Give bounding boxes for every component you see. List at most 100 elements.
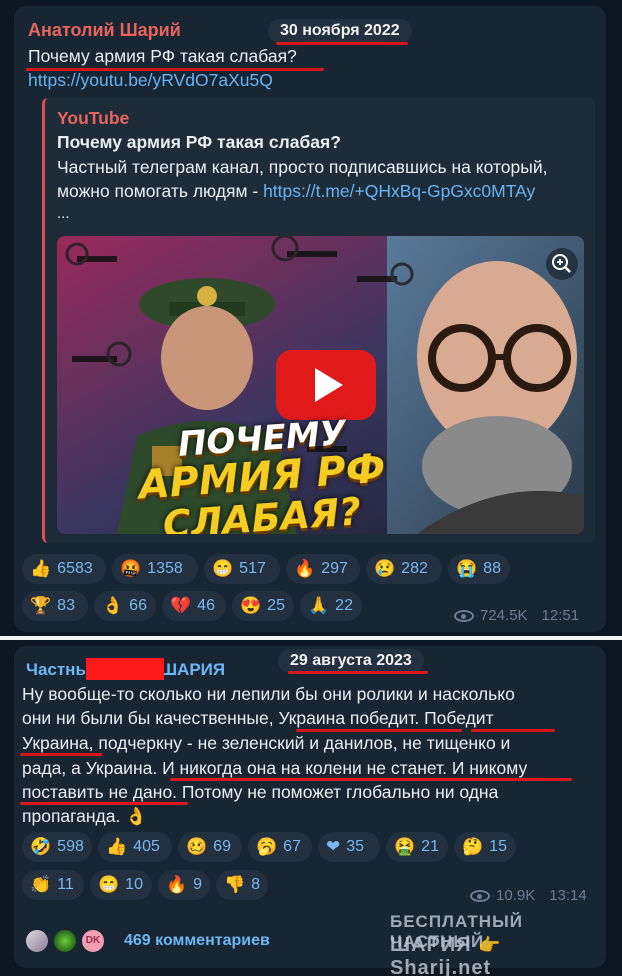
- redaction-block: [86, 658, 164, 680]
- reaction-pill[interactable]: 👌 66: [94, 591, 156, 621]
- reaction-emoji-icon: 🙏: [308, 596, 330, 615]
- reaction-count: 6583: [57, 560, 93, 577]
- post-link[interactable]: https://youtu.be/yRVdO7aXu5Q: [28, 68, 273, 92]
- message-line: Ну вообще-то сколько ни лепили бы они ро…: [22, 684, 515, 704]
- reaction-pill[interactable]: 👏 11: [22, 870, 84, 900]
- reaction-emoji-icon: ❤: [326, 837, 341, 856]
- reaction-pill[interactable]: 👍 6583: [22, 554, 106, 584]
- reaction-emoji-icon: 🤣: [30, 837, 52, 856]
- reaction-pill[interactable]: 🙏 22: [300, 591, 362, 621]
- preview-ellipsis: ...: [57, 205, 70, 222]
- reaction-pill[interactable]: 😭 88: [448, 554, 510, 584]
- message-line: пропаганда. 👌: [22, 806, 148, 826]
- reaction-count: 11: [57, 876, 74, 893]
- reaction-emoji-icon: 👍: [106, 837, 128, 856]
- thumbnail-text: ПОЧЕМУ АРМИЯ РФ СЛАБАЯ?: [117, 413, 407, 534]
- reaction-count: 9: [193, 876, 203, 893]
- avatar: [52, 928, 78, 954]
- message-line: рада, а Украина. И никогда она на колени…: [22, 758, 528, 778]
- comments-link[interactable]: 469 комментариев: [124, 932, 270, 950]
- view-count: 10.9K: [496, 887, 536, 904]
- red-underline: [20, 753, 102, 756]
- reaction-pill[interactable]: 👍 405: [98, 832, 172, 862]
- reaction-count: 598: [57, 838, 84, 855]
- reaction-emoji-icon: 😍: [240, 596, 262, 615]
- pointing-hand-icon: 👉: [478, 935, 502, 955]
- eye-icon: [470, 889, 490, 902]
- reaction-count: 69: [213, 838, 231, 855]
- reaction-emoji-icon: 👌: [102, 596, 124, 615]
- message-line: Украина, подчеркну - не зеленский и дани…: [22, 733, 511, 753]
- reaction-pill[interactable]: 💔 46: [162, 591, 226, 621]
- author-name-part: Частны: [26, 660, 90, 679]
- reaction-count: 21: [421, 838, 439, 855]
- reaction-emoji-icon: 👎: [224, 875, 246, 894]
- reaction-pill[interactable]: 🥱 67: [248, 832, 312, 862]
- reaction-pill[interactable]: 😁 10: [90, 870, 152, 900]
- reaction-emoji-icon: 🏆: [30, 596, 52, 615]
- message-bubble-2: Частны ШАРИЯ 29 августа 2023 Ну вообще-то…: [14, 646, 606, 976]
- post-time: 13:14: [549, 887, 587, 904]
- post-title: Почему армия РФ такая слабая?: [28, 46, 297, 66]
- reaction-pill[interactable]: 🤮 21: [386, 832, 448, 862]
- preview-desc-text: можно помогать людям -: [57, 181, 264, 201]
- reaction-emoji-icon: 🔥: [166, 875, 188, 894]
- reaction-emoji-icon: 😢: [374, 559, 396, 578]
- reaction-count: 405: [133, 838, 160, 855]
- message-line: поставить не дано. Потому не поможет гло…: [22, 782, 499, 802]
- message-bubble-1: Анатолий Шарий 30 ноября 2022 Почему арм…: [14, 6, 606, 632]
- preview-desc-link[interactable]: https://t.me/+QHxBq-GpGxc0MTAy: [263, 181, 535, 201]
- reaction-emoji-icon: 👍: [30, 559, 52, 578]
- preview-description: можно помогать людям - https://t.me/+QHx…: [57, 179, 535, 203]
- reaction-emoji-icon: 🤔: [462, 837, 484, 856]
- reaction-count: 517: [239, 560, 266, 577]
- reaction-pill[interactable]: 🏆 83: [22, 591, 88, 621]
- reaction-pill[interactable]: 😁 517: [204, 554, 280, 584]
- avatar: [24, 928, 50, 954]
- message-line: они ни были бы качественные, Украина поб…: [22, 708, 494, 728]
- reaction-emoji-icon: 🥴: [186, 837, 208, 856]
- author-name[interactable]: Анатолий Шарий: [28, 20, 181, 41]
- link-preview[interactable]: YouTube Почему армия РФ такая слабая? Ча…: [42, 98, 595, 543]
- red-underline: [296, 729, 462, 732]
- reaction-emoji-icon: 😁: [212, 559, 234, 578]
- reaction-count: 297: [321, 560, 348, 577]
- date-label: 29 августа 2023: [278, 649, 424, 673]
- reaction-count: 25: [267, 597, 285, 614]
- watermark-line: ШАРИЯ 👉 Sharij.net: [390, 934, 606, 976]
- post-time: 12:51: [541, 607, 580, 624]
- author-name-part: ШАРИЯ: [159, 660, 226, 679]
- reaction-pill[interactable]: 🤔 15: [454, 832, 516, 862]
- reaction-emoji-icon: 🔥: [294, 559, 316, 578]
- reaction-count: 66: [129, 597, 147, 614]
- reaction-pill[interactable]: 😢 282: [366, 554, 442, 584]
- reaction-count: 67: [283, 838, 301, 855]
- red-underline: [20, 802, 188, 805]
- reaction-emoji-icon: 🤮: [394, 837, 416, 856]
- separator: [0, 636, 622, 640]
- reaction-pill[interactable]: 👎 8: [216, 870, 268, 900]
- reaction-pill[interactable]: 🤣 598: [22, 832, 92, 862]
- watermark-text: ШАРИЯ: [390, 934, 472, 956]
- video-thumbnail[interactable]: ПОЧЕМУ АРМИЯ РФ СЛАБАЯ?: [57, 236, 584, 534]
- reaction-pill[interactable]: 🔥 297: [286, 554, 360, 584]
- preview-description: Частный телеграм канал, просто подписавш…: [57, 157, 548, 177]
- reaction-count: 22: [335, 597, 353, 614]
- reaction-emoji-icon: 😭: [456, 559, 478, 578]
- preview-site: YouTube: [57, 108, 130, 128]
- reaction-count: 35: [346, 838, 365, 855]
- reaction-pill[interactable]: 🔥 9: [158, 870, 210, 900]
- reaction-pill[interactable]: ❤ 35: [318, 832, 380, 862]
- reaction-count: 88: [483, 560, 501, 577]
- avatar: DK: [80, 928, 106, 954]
- reaction-pill[interactable]: 🥴 69: [178, 832, 242, 862]
- red-underline: [471, 729, 555, 732]
- red-underline: [170, 778, 572, 781]
- preview-title: Почему армия РФ такая слабая?: [57, 132, 341, 152]
- post-meta: 10.9K 13:14: [470, 887, 587, 904]
- eye-icon: [454, 609, 474, 622]
- reaction-pill[interactable]: 😍 25: [232, 591, 294, 621]
- watermark-text: Sharij.net: [390, 957, 492, 976]
- post-meta: 724.5K 12:51: [454, 607, 579, 624]
- reaction-pill[interactable]: 🤬 1358: [112, 554, 198, 584]
